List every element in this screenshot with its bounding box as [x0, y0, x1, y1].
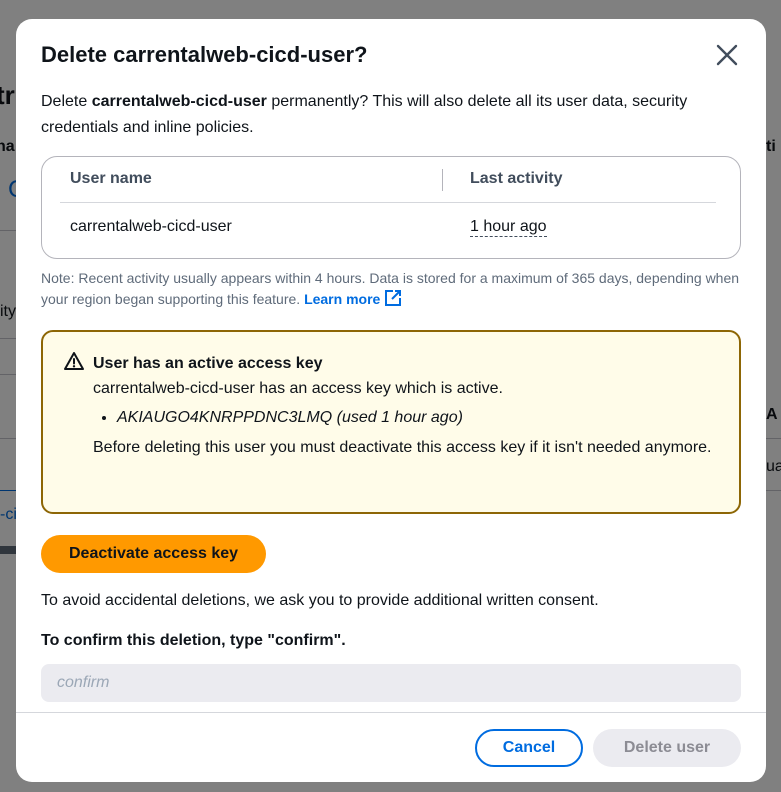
- warning-title: User has an active access key: [93, 355, 323, 372]
- activity-note: Note: Recent activity usually appears wi…: [41, 268, 741, 313]
- bg-scrollbar: [0, 546, 16, 554]
- bg-fragment: tr: [0, 80, 15, 110]
- access-key-list: AKIAUGO4KNRPPDNC3LMQ (used 1 hour ago): [93, 409, 713, 427]
- bg-divider: [0, 230, 16, 231]
- bg-fragment: ua: [766, 458, 781, 475]
- bg-fragment: -ci: [0, 506, 17, 523]
- warning-icon: [63, 351, 85, 376]
- column-divider: [442, 169, 443, 191]
- learn-more-label: Learn more: [304, 291, 381, 307]
- bg-fragment: ti: [766, 138, 776, 155]
- bg-divider: [0, 338, 16, 339]
- column-header-user-name: User name: [70, 170, 152, 187]
- bg-divider: [0, 438, 16, 439]
- warning-footer: Before deleting this user you must deact…: [93, 439, 712, 456]
- cancel-button[interactable]: Cancel: [475, 729, 583, 767]
- table-header-divider: [60, 202, 716, 203]
- user-table: User name Last activity carrentalweb-cic…: [41, 156, 741, 259]
- active-key-warning: User has an active access key carrentalw…: [41, 330, 741, 514]
- bg-divider: [0, 374, 16, 375]
- close-icon: [716, 44, 738, 66]
- intro-user-name: carrentalweb-cicd-user: [91, 93, 267, 110]
- warning-text: carrentalweb-cicd-user has an access key…: [93, 380, 503, 397]
- column-header-last-activity: Last activity: [470, 170, 563, 187]
- deactivate-access-key-button[interactable]: Deactivate access key: [41, 535, 267, 573]
- access-key-item: AKIAUGO4KNRPPDNC3LMQ (used 1 hour ago): [117, 409, 713, 427]
- bg-divider: [766, 438, 781, 439]
- intro-text: Delete carrentalweb-cicd-user permanentl…: [41, 89, 741, 141]
- bg-fragment: na: [0, 138, 15, 155]
- modal-header: Delete carrentalweb-cicd-user?: [41, 41, 741, 71]
- delete-user-modal: Delete carrentalweb-cicd-user? Delete ca…: [16, 19, 766, 782]
- footer-divider: [16, 712, 766, 713]
- table-cell-user-name: carrentalweb-cicd-user: [70, 218, 232, 235]
- intro-prefix: Delete: [41, 93, 92, 110]
- delete-user-button[interactable]: Delete user: [593, 729, 741, 767]
- confirm-label: To confirm this deletion, type "confirm"…: [41, 632, 346, 649]
- external-link-icon: [384, 289, 402, 313]
- bg-divider: [0, 490, 16, 491]
- warning-content: User has an active access key carrentalw…: [93, 351, 713, 460]
- bg-divider: [766, 490, 781, 491]
- learn-more-link[interactable]: Learn more: [304, 290, 402, 307]
- consent-text: To avoid accidental deletions, we ask yo…: [41, 592, 599, 609]
- modal-body: Delete carrentalweb-cicd-user permanentl…: [41, 89, 741, 702]
- modal-title: Delete carrentalweb-cicd-user?: [41, 42, 368, 67]
- table-cell-last-activity[interactable]: 1 hour ago: [470, 218, 547, 237]
- close-button[interactable]: [713, 41, 741, 69]
- bg-fragment: ity: [0, 303, 16, 320]
- confirm-input[interactable]: [41, 664, 741, 702]
- bg-fragment: A: [766, 406, 778, 423]
